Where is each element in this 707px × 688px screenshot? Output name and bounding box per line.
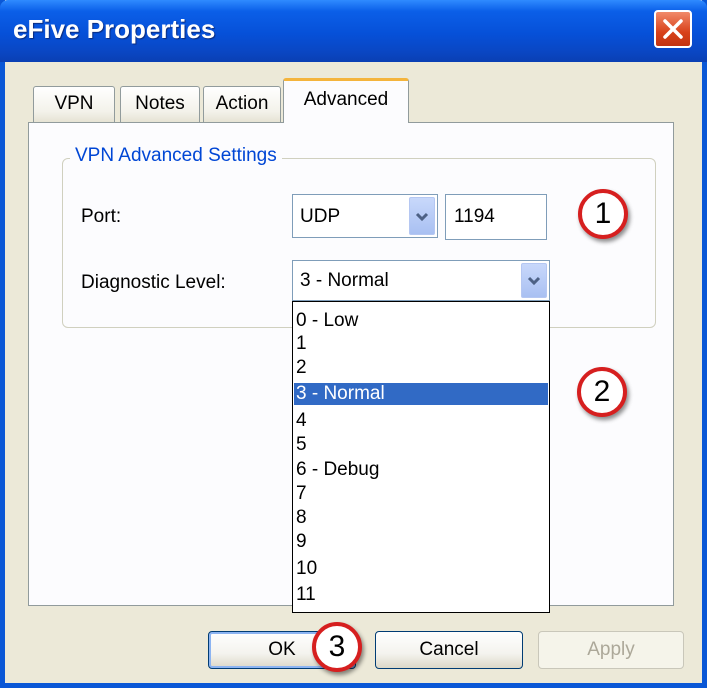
callout-3: 3 [312, 622, 362, 672]
option-4[interactable]: 4 [294, 410, 548, 432]
option-5[interactable]: 5 [294, 434, 548, 456]
callout-2: 2 [577, 367, 627, 417]
title-bar[interactable]: eFive Properties [0, 0, 707, 62]
tab-vpn[interactable]: VPN [33, 86, 115, 122]
option-0-low[interactable]: 0 - Low [294, 310, 548, 332]
apply-button[interactable]: Apply [538, 631, 684, 669]
diagnostic-level-list: 0 - Low 1 2 3 - Normal 4 5 6 - Debug 7 8… [292, 301, 550, 613]
window-title: eFive Properties [13, 14, 216, 44]
port-number-input[interactable]: 1194 [445, 194, 547, 240]
tab-strip: VPN Notes Action Advanced [0, 78, 707, 128]
option-1[interactable]: 1 [294, 333, 548, 355]
chevron-down-icon [527, 276, 541, 286]
port-label: Port: [81, 206, 122, 227]
callout-1: 1 [578, 189, 628, 239]
option-8[interactable]: 8 [294, 507, 548, 529]
option-7[interactable]: 7 [294, 483, 548, 505]
diagnostic-level-label: Diagnostic Level: [81, 272, 226, 293]
option-3-normal[interactable]: 3 - Normal [294, 383, 548, 405]
option-6-debug[interactable]: 6 - Debug [294, 459, 548, 481]
tab-action[interactable]: Action [203, 86, 281, 122]
port-number-value: 1194 [454, 206, 495, 227]
option-9[interactable]: 9 [294, 531, 548, 553]
protocol-value: UDP [300, 206, 341, 227]
option-11[interactable]: 11 [294, 584, 548, 606]
option-2[interactable]: 2 [294, 357, 548, 379]
protocol-dropdown-button[interactable] [409, 197, 435, 235]
close-button[interactable] [654, 10, 692, 48]
close-icon [663, 19, 683, 39]
diagnostic-dropdown-button[interactable] [521, 263, 547, 298]
chevron-down-icon [415, 212, 429, 222]
diagnostic-level-select[interactable]: 3 - Normal [292, 260, 550, 301]
group-label: VPN Advanced Settings [70, 145, 282, 167]
option-10[interactable]: 10 [294, 558, 548, 580]
tab-notes[interactable]: Notes [120, 86, 200, 122]
tab-advanced[interactable]: Advanced [283, 78, 409, 123]
cancel-button[interactable]: Cancel [375, 631, 523, 669]
protocol-select[interactable]: UDP [292, 194, 438, 238]
diagnostic-level-value: 3 - Normal [300, 270, 389, 291]
